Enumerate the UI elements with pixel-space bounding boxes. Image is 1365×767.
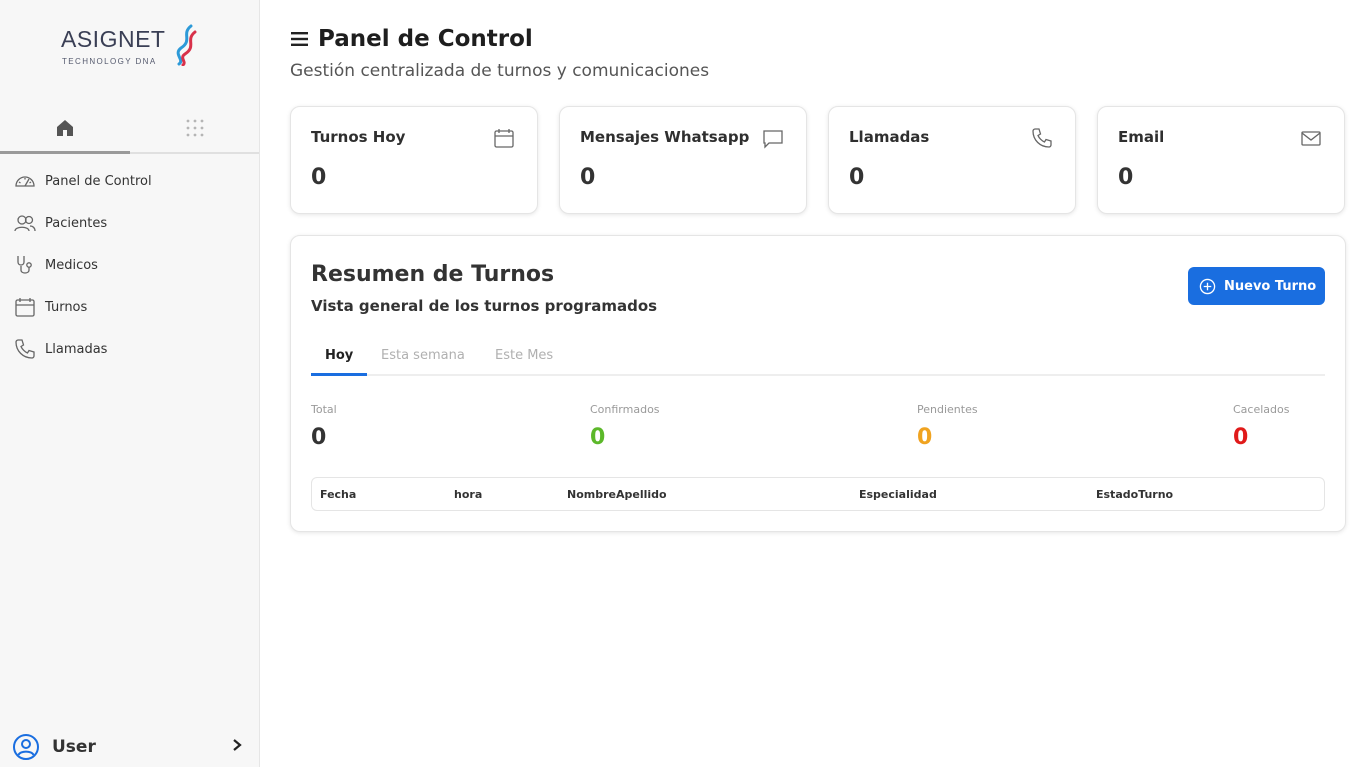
card-label: Llamadas [849, 128, 930, 146]
users-icon [14, 215, 36, 232]
card-label: Turnos Hoy [311, 128, 406, 146]
card-value: 0 [580, 165, 596, 190]
sidebar-item-pacientes[interactable]: Pacientes [0, 202, 259, 244]
sidebar-tabs [0, 104, 259, 154]
user-circle-icon [13, 734, 39, 760]
home-icon [57, 120, 73, 136]
page-subtitle: Gestión centralizada de turnos y comunic… [290, 61, 710, 81]
message-icon [763, 130, 783, 149]
new-appointment-button[interactable]: Nuevo Turno [1188, 267, 1325, 305]
column-header-fecha[interactable]: Fecha [320, 488, 356, 501]
chevron-right-icon [233, 739, 242, 751]
stat-card-email[interactable]: Email 0 [1097, 106, 1345, 214]
page-title: Panel de Control [318, 26, 533, 52]
column-header-hora[interactable]: hora [454, 488, 482, 501]
tab-hoy[interactable]: Hoy [325, 348, 353, 363]
brand-logo[interactable]: ASIGNET TECHNOLOGY DNA [61, 24, 201, 72]
user-menu[interactable]: User [0, 727, 259, 767]
mail-icon [1301, 131, 1321, 146]
tab-este-mes[interactable]: Este Mes [495, 348, 553, 363]
stethoscope-icon [17, 256, 32, 274]
stat-label: Pendientes [917, 403, 978, 416]
sidebar-tab-apps[interactable] [130, 104, 260, 152]
stat-confirmados: Confirmados 0 [590, 403, 660, 450]
period-tabs: Hoy Esta semana Este Mes [311, 340, 1325, 376]
calendar-icon [494, 129, 514, 148]
sidebar-item-label: Medicos [45, 257, 98, 273]
sidebar-nav: Panel de Control Pacientes Medicos Turno… [0, 160, 259, 370]
summary-panel: Resumen de Turnos Vista general de los t… [290, 235, 1346, 532]
gauge-icon [15, 176, 35, 187]
stat-label: Cacelados [1233, 403, 1290, 416]
tab-esta-semana[interactable]: Esta semana [381, 348, 465, 363]
stat-value: 0 [917, 425, 933, 450]
brand-tagline: TECHNOLOGY DNA [62, 57, 157, 66]
calendar-icon [15, 298, 35, 317]
sidebar-item-label: Panel de Control [45, 173, 152, 189]
sidebar-item-llamadas[interactable]: Llamadas [0, 328, 259, 370]
active-tab-indicator [311, 373, 367, 376]
stat-card-whatsapp[interactable]: Mensajes Whatsapp 0 [559, 106, 807, 214]
stat-card-turnos-hoy[interactable]: Turnos Hoy 0 [290, 106, 538, 214]
card-value: 0 [849, 165, 865, 190]
sidebar-item-medicos[interactable]: Medicos [0, 244, 259, 286]
plus-circle-icon [1199, 278, 1216, 294]
grid-dots-icon [186, 119, 204, 137]
stat-label: Total [311, 403, 337, 416]
user-name: User [52, 737, 96, 757]
stat-value: 0 [1233, 425, 1249, 450]
appointments-table-header: Fecha hora NombreApellido Especialidad E… [311, 477, 1325, 511]
card-label: Mensajes Whatsapp [580, 128, 750, 146]
brand-name: ASIGNET [61, 26, 166, 52]
stat-cancelados: Cacelados 0 [1233, 403, 1289, 450]
card-value: 0 [311, 165, 327, 190]
sidebar-item-label: Turnos [45, 299, 88, 315]
phone-icon [1032, 128, 1052, 148]
sidebar: ASIGNET TECHNOLOGY DNA Panel de Control [0, 0, 260, 767]
page-header: Panel de Control [290, 26, 533, 52]
sidebar-item-label: Llamadas [45, 341, 108, 357]
sidebar-tab-home[interactable] [0, 104, 130, 154]
summary-title: Resumen de Turnos [311, 262, 555, 287]
menu-icon[interactable] [290, 31, 310, 47]
card-label: Email [1118, 128, 1165, 146]
phone-icon [15, 339, 35, 359]
column-header-nombre-apellido[interactable]: NombreApellido [567, 488, 667, 501]
dna-helix-icon [176, 24, 197, 66]
summary-subtitle: Vista general de los turnos programados [311, 297, 658, 315]
sidebar-item-label: Pacientes [45, 215, 108, 231]
sidebar-item-turnos[interactable]: Turnos [0, 286, 259, 328]
sidebar-item-panel-de-control[interactable]: Panel de Control [0, 160, 259, 202]
stat-pendientes: Pendientes 0 [917, 403, 978, 450]
new-appointment-label: Nuevo Turno [1224, 278, 1317, 294]
card-value: 0 [1118, 165, 1134, 190]
stat-card-llamadas[interactable]: Llamadas 0 [828, 106, 1076, 214]
column-header-especialidad[interactable]: Especialidad [859, 488, 937, 501]
stat-value: 0 [311, 425, 327, 450]
stat-label: Confirmados [590, 403, 660, 416]
stat-value: 0 [590, 425, 606, 450]
column-header-estado-turno[interactable]: EstadoTurno [1096, 488, 1173, 501]
stat-total: Total 0 [311, 403, 337, 450]
